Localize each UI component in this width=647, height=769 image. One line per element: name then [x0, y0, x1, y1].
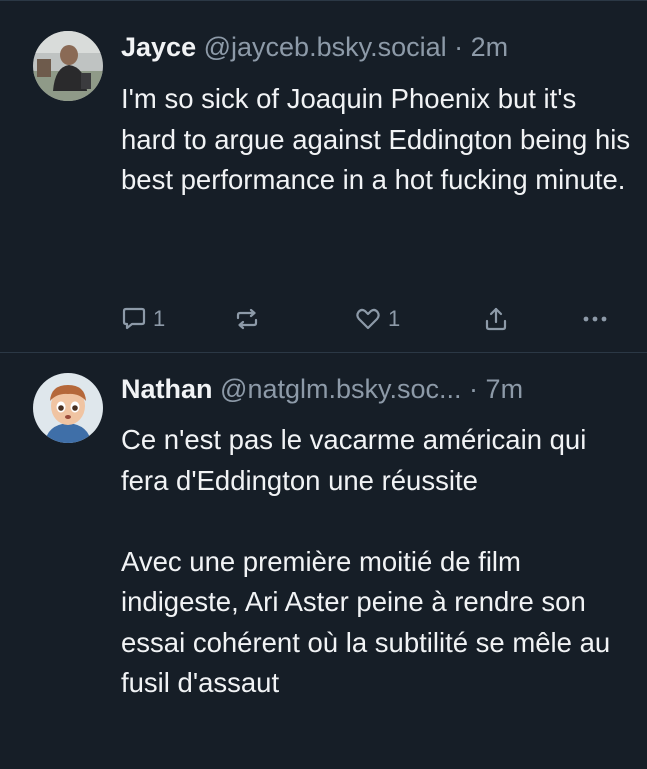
author-display-name[interactable]: Jayce [121, 32, 196, 62]
post-header: Nathan @natglm.bsky.soc... · 7m [121, 373, 523, 405]
separator: · [469, 374, 479, 404]
reply-count: 1 [153, 306, 166, 331]
post-actions: 1 1 [121, 303, 621, 335]
post-timestamp[interactable]: 2m [471, 32, 509, 62]
like-button[interactable]: 1 [354, 303, 400, 335]
post-jayce[interactable]: Jayce @jayceb.bsky.social · 2m I'm so si… [0, 0, 647, 352]
post-text: Ce n'est pas le vacarme américain qui fe… [121, 424, 611, 698]
repost-icon [236, 308, 258, 330]
post-header: Jayce @jayceb.bsky.social · 2m [121, 31, 508, 63]
post-text: I'm so sick of Joaquin Phoenix but it's … [121, 83, 638, 195]
like-count: 1 [388, 306, 401, 331]
separator: · [454, 32, 464, 62]
more-options-button[interactable] [581, 303, 609, 335]
share-icon [485, 307, 507, 331]
speech-bubble-icon [122, 307, 146, 330]
avatar[interactable] [33, 373, 103, 443]
repost-button[interactable] [233, 303, 261, 335]
author-handle[interactable]: @natglm.bsky.soc... [220, 374, 461, 404]
share-button[interactable] [483, 303, 509, 335]
heart-icon [356, 308, 380, 330]
avatar-photo-person [33, 31, 103, 101]
author-handle[interactable]: @jayceb.bsky.social [204, 32, 447, 62]
post-feed: Jayce @jayceb.bsky.social · 2m I'm so si… [0, 0, 647, 769]
reply-button[interactable]: 1 [121, 303, 165, 335]
author-display-name[interactable]: Nathan [121, 374, 213, 404]
avatar-cartoon-boy [33, 373, 103, 443]
post-timestamp[interactable]: 7m [486, 374, 524, 404]
ellipsis-icon [583, 316, 607, 322]
avatar[interactable] [33, 31, 103, 101]
post-nathan[interactable]: Nathan @natglm.bsky.soc... · 7m Ce n'est… [0, 353, 647, 769]
